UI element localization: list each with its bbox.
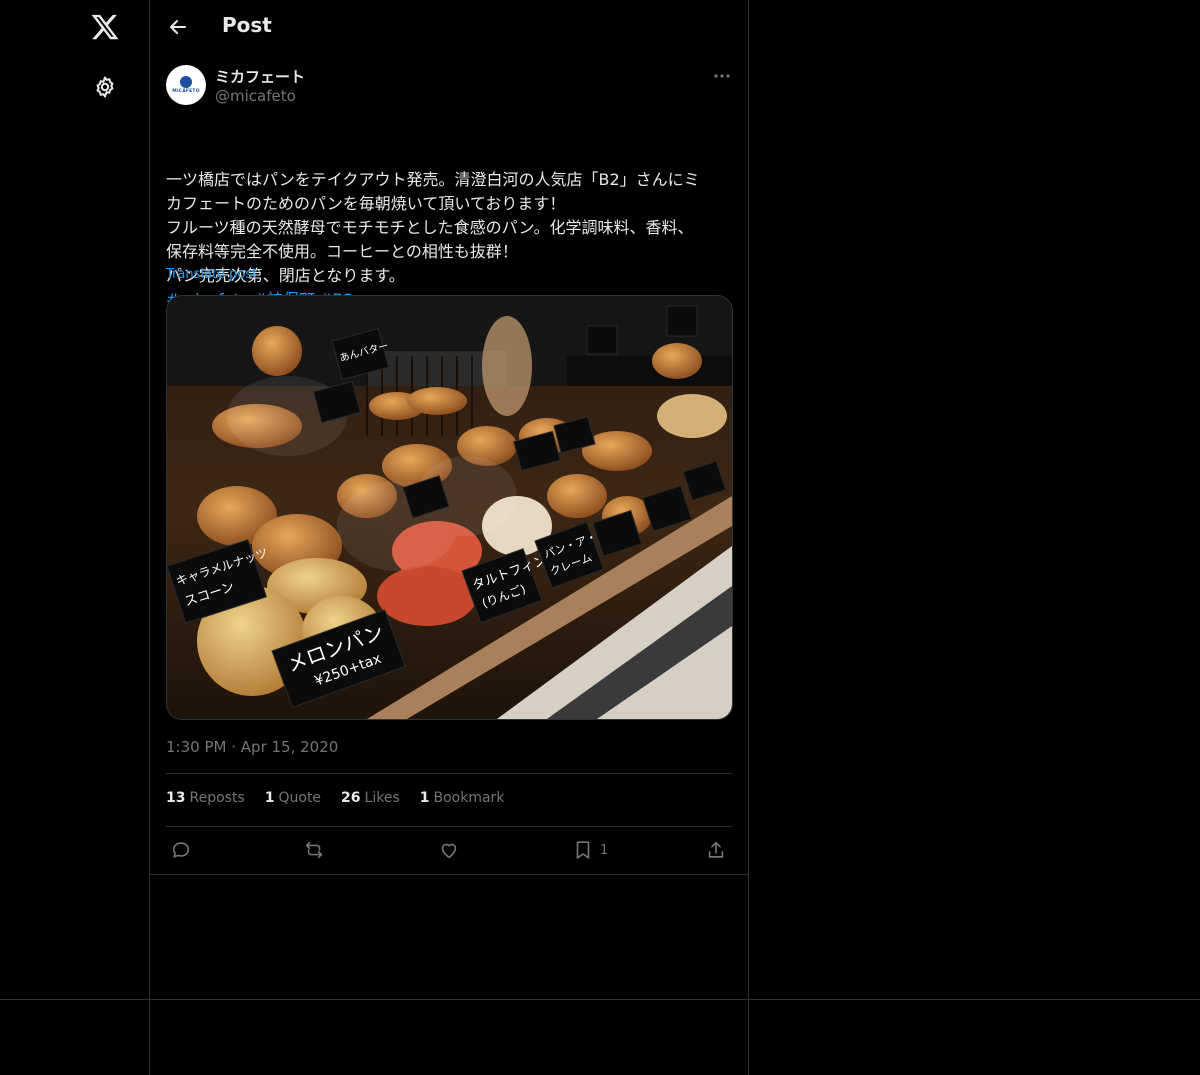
page-title: Post xyxy=(222,13,272,37)
post-text-line: フルーツ種の天然酵母でモチモチとした食感のパン。化学調味料、香料、 xyxy=(166,218,694,237)
post-timestamp: 1:30 PM · Apr 15, 2020 xyxy=(166,738,338,756)
stat-label: Quote xyxy=(278,790,322,806)
translate-post-link[interactable]: Translate post xyxy=(166,267,257,282)
stat-count: 1 xyxy=(419,790,430,806)
avatar-logo-text: MiCAFETO xyxy=(172,89,200,94)
back-arrow-icon[interactable] xyxy=(166,15,190,39)
like-icon xyxy=(441,843,457,859)
timestamp-separator: · xyxy=(231,738,237,756)
repost-button[interactable] xyxy=(303,838,325,862)
avatar-logo-mark xyxy=(180,76,192,88)
reply-icon xyxy=(172,842,190,858)
engagement-stats: 13 Reposts 1 Quote 26 Likes 1 Bookmark xyxy=(166,790,504,806)
reply-button[interactable] xyxy=(170,838,192,862)
post-text-line: カフェートのためのパンを毎朝焼いて頂いております！ xyxy=(166,194,566,213)
post-time[interactable]: 1:30 PM xyxy=(166,738,226,756)
like-button[interactable] xyxy=(438,838,460,862)
divider xyxy=(150,874,748,875)
post-detail-column: Post MiCAFETO ミカフェート @micafeto 一ツ橋店ではパンを… xyxy=(150,0,749,1075)
bookmark-button[interactable]: 1 xyxy=(572,838,608,862)
likes-stat[interactable]: 26 Likes xyxy=(341,790,400,806)
share-icon xyxy=(708,841,724,858)
post-text-line: 一ツ橋店ではパンをテイクアウト発売。清澄白河の人気店「B2」さんにミ xyxy=(166,170,700,189)
action-bar: 1 xyxy=(166,838,732,864)
stat-label: Likes xyxy=(364,790,400,806)
gear-icon[interactable] xyxy=(93,75,117,99)
share-button[interactable] xyxy=(705,838,727,862)
x-logo-icon[interactable] xyxy=(90,12,120,42)
author-name[interactable]: ミカフェート xyxy=(215,66,305,87)
avatar[interactable]: MiCAFETO xyxy=(166,65,206,105)
stat-count: 26 xyxy=(341,790,361,806)
post-header: Post xyxy=(150,0,748,54)
quotes-stat[interactable]: 1 Quote xyxy=(265,790,321,806)
stat-count: 1 xyxy=(264,790,275,806)
bookmark-count: 1 xyxy=(600,842,609,858)
stat-label: Reposts xyxy=(189,790,245,806)
stat-count: 13 xyxy=(166,790,186,806)
left-nav xyxy=(0,0,150,1075)
post-image[interactable]: メロンパン ¥250+tax タルトフィン (りんご) キャラメルナッツ スコー… xyxy=(166,295,733,720)
bookmarks-stat[interactable]: 1 Bookmark xyxy=(420,790,505,806)
repost-icon xyxy=(305,841,323,859)
more-icon[interactable] xyxy=(712,68,732,82)
divider xyxy=(166,826,732,827)
stat-label: Bookmark xyxy=(433,790,505,806)
author-handle[interactable]: @micafeto xyxy=(215,87,296,105)
divider xyxy=(166,773,732,774)
bookmark-icon xyxy=(576,841,590,859)
post-text-line: 保存料等完全不使用。コーヒーとの相性も抜群！ xyxy=(166,242,518,261)
bottom-divider xyxy=(0,999,1200,1000)
post-date[interactable]: Apr 15, 2020 xyxy=(241,738,339,756)
reposts-stat[interactable]: 13 Reposts xyxy=(166,790,245,806)
